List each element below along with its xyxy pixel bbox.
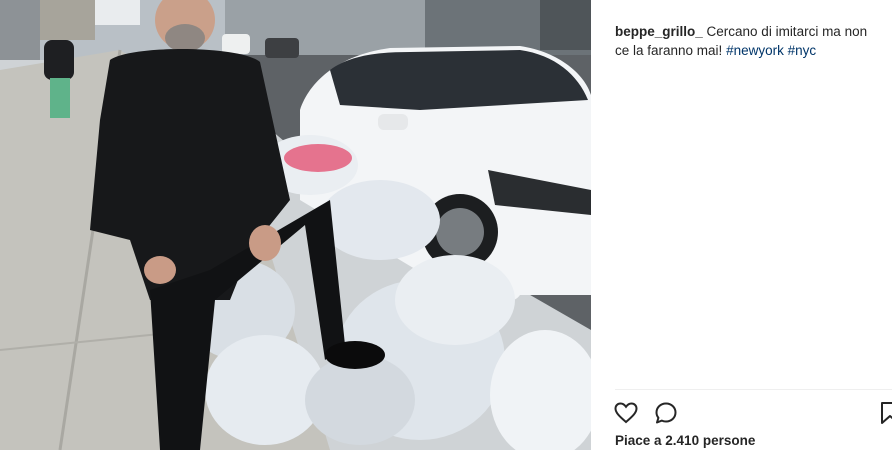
post-caption: beppe_grillo_ Cercano di imitarci ma non…	[615, 22, 885, 60]
hashtag-link[interactable]: #newyork	[726, 43, 784, 58]
divider	[615, 389, 892, 390]
hashtag-link[interactable]: #nyc	[788, 43, 817, 58]
comment-icon[interactable]	[653, 400, 679, 426]
heart-icon[interactable]	[613, 400, 639, 426]
post-sidebar: beppe_grillo_ Cercano di imitarci ma non…	[591, 0, 892, 450]
post-actions	[613, 400, 892, 426]
photo-illustration	[0, 0, 591, 450]
bookmark-icon[interactable]	[878, 400, 892, 426]
username-link[interactable]: beppe_grillo_	[615, 24, 703, 39]
post-photo[interactable]	[0, 0, 591, 450]
likes-count[interactable]: Piace a 2.410 persone	[615, 433, 755, 448]
